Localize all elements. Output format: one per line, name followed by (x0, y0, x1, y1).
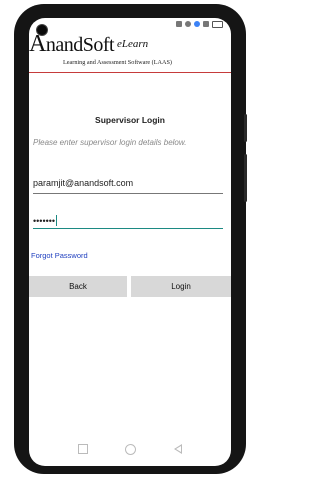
app-screen: AnandSoft eLearn Learning and Assessment… (29, 18, 231, 466)
bluetooth-icon (194, 21, 200, 27)
status-bar (29, 18, 231, 30)
password-dots: ••••••• (33, 215, 56, 226)
page-subtitle: Please enter supervisor login details be… (33, 138, 187, 147)
tagline: Learning and Assessment Software (LAAS) (63, 59, 172, 66)
system-nav-bar (29, 440, 231, 458)
recents-icon[interactable] (77, 444, 88, 454)
battery-icon (212, 20, 223, 28)
power-button (244, 154, 247, 202)
email-field[interactable]: paramjit@anandsoft.com (33, 178, 223, 194)
login-button[interactable]: Login (131, 276, 231, 297)
sim-icon (176, 21, 182, 27)
logo: AnandSoft (29, 31, 115, 58)
forgot-password-link[interactable]: Forgot Password (31, 251, 88, 260)
back-nav-icon[interactable] (174, 444, 183, 454)
home-icon[interactable] (125, 443, 137, 455)
status-icons (176, 20, 223, 28)
app-header: AnandSoft eLearn Learning and Assessment… (29, 30, 231, 73)
signal-icon (203, 21, 209, 27)
password-field[interactable]: ••••••• (33, 213, 223, 229)
back-button[interactable]: Back (29, 276, 127, 297)
logo-text: nandSoft (45, 34, 115, 56)
wifi-icon (185, 21, 191, 27)
text-cursor (56, 215, 58, 226)
logo-initial: A (29, 31, 46, 57)
page-title: Supervisor Login (95, 115, 165, 125)
volume-button (244, 114, 247, 142)
logo-elearn: eLearn (117, 38, 149, 50)
